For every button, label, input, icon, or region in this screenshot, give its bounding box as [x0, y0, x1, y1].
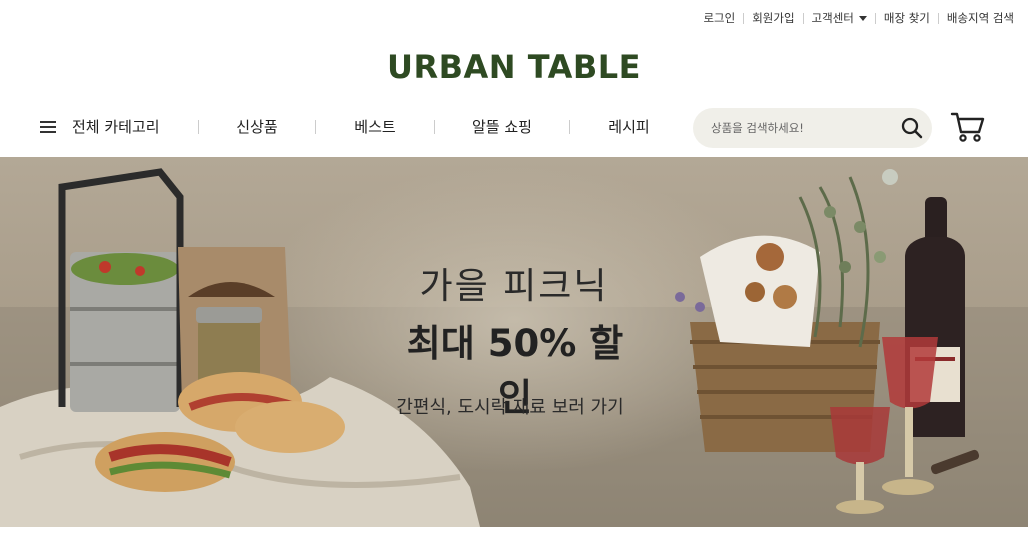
nav-item-recipe[interactable]: 레시피 — [570, 116, 688, 137]
login-link[interactable]: 로그인 — [695, 10, 743, 26]
banner-title: 가을 피크닉 — [419, 266, 609, 307]
delivery-search-link[interactable]: 배송지역 검색 — [939, 10, 1014, 26]
nav-item-new[interactable]: 신상품 — [199, 116, 315, 137]
search-icon[interactable] — [900, 116, 924, 140]
menu-icon — [40, 120, 56, 133]
all-categories-label: 전체 카테고리 — [72, 118, 160, 136]
nav-item-sale[interactable]: 알뜰 쇼핑 — [435, 116, 569, 137]
chevron-down-icon — [858, 15, 867, 21]
nav-item-best[interactable]: 베스트 — [316, 116, 434, 137]
customer-center-link[interactable]: 고객센터 — [804, 10, 875, 26]
banner-subtitle[interactable]: 간편식, 도시락 재료 보러 가기 — [390, 393, 630, 419]
nav-items: 신상품 베스트 알뜰 쇼핑 레시피 — [198, 116, 688, 137]
signup-link[interactable]: 회원가입 — [744, 10, 802, 26]
main-nav: 전체 카테고리 신상품 베스트 알뜰 쇼핑 레시피 — [0, 106, 1028, 150]
search-input[interactable] — [711, 121, 891, 135]
hero-banner[interactable]: 가을 피크닉 최대 50% 할인 간편식, 도시락 재료 보러 가기 — [0, 157, 1028, 527]
cart-icon[interactable] — [950, 110, 986, 144]
utility-bar: 로그인 회원가입 고객센터 매장 찾기 배송지역 검색 — [695, 10, 1014, 26]
customer-center-label: 고객센터 — [811, 11, 854, 25]
store-finder-link[interactable]: 매장 찾기 — [876, 10, 938, 26]
site-logo[interactable]: URBAN TABLE — [0, 48, 1028, 86]
all-categories-button[interactable]: 전체 카테고리 — [40, 116, 160, 137]
search-box — [693, 108, 932, 148]
